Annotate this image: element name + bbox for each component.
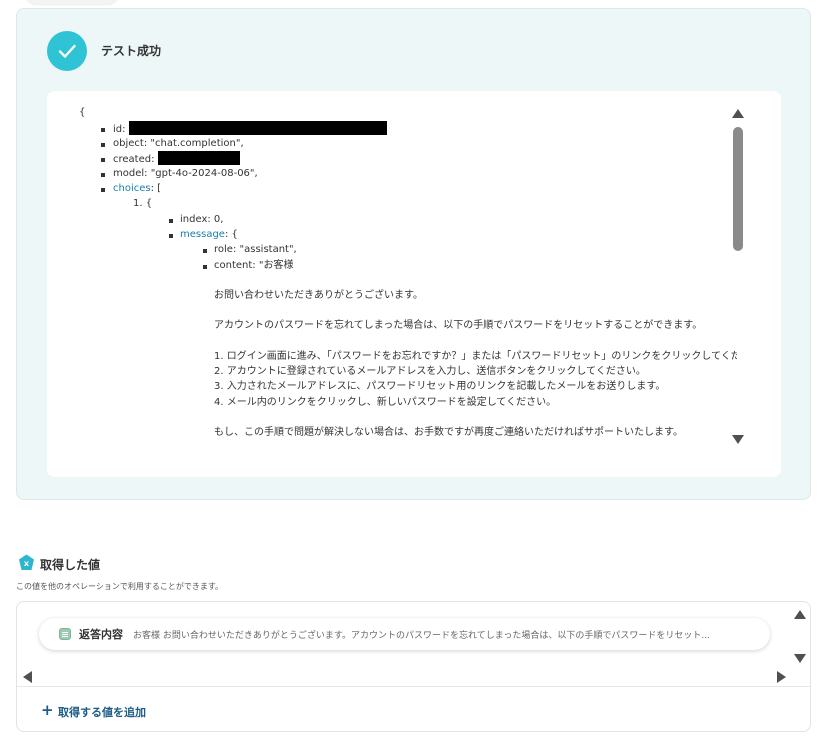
content-text-line: 1. ログイン画面に進み、「パスワードをお忘れですか？」または「パスワードリセッ… xyxy=(214,351,737,362)
scroll-down-arrow-icon[interactable] xyxy=(794,654,806,663)
values-horizontal-scrollbar[interactable] xyxy=(23,670,793,684)
scrollbar-thumb[interactable] xyxy=(733,127,743,251)
content-text-line: 2. アカウントに登録されているメールアドレスを入力し、送信ボタンをクリックして… xyxy=(214,366,646,377)
test-result-panel: テスト成功 { id: object: "chat.completion", c… xyxy=(16,8,811,500)
json-vertical-scrollbar[interactable] xyxy=(731,105,745,451)
scroll-up-arrow-icon[interactable] xyxy=(794,610,806,619)
content-text-line: もし、この手順で問題が解決しない場合は、お手数ですが再度ご連絡いただければサポー… xyxy=(214,427,683,438)
json-line-content: content: "お客様 xyxy=(214,260,294,271)
json-line-choices[interactable]: choices: [ xyxy=(113,181,161,196)
bullet xyxy=(203,249,207,253)
scroll-down-arrow-icon[interactable] xyxy=(732,435,744,444)
svg-text:x: x xyxy=(24,559,30,568)
json-line-message[interactable]: message: { xyxy=(180,227,238,242)
acquired-values-title: 取得した値 xyxy=(40,558,101,572)
content-text-line: 4. メール内のリンクをクリックし、新しいパスワードを設定してください。 xyxy=(214,397,557,408)
value-item-label: 返答内容 xyxy=(79,628,123,641)
variable-icon: x xyxy=(19,554,34,570)
bullet xyxy=(203,265,207,269)
redacted-block xyxy=(157,151,240,165)
bullet xyxy=(101,143,105,147)
acquired-values-subtitle: この値を他のオペレーションで利用することができます。 xyxy=(16,582,224,591)
values-vertical-scrollbar[interactable] xyxy=(793,608,807,666)
content-text-line: 3. 入力されたメールアドレスに、パスワードリセット用のリンクを記載したメールを… xyxy=(214,381,666,392)
plus-icon: + xyxy=(41,701,54,719)
bullet xyxy=(169,234,173,238)
bullet xyxy=(101,173,105,177)
bullet xyxy=(101,158,105,162)
bullet xyxy=(101,188,105,192)
json-line-object: object: "chat.completion", xyxy=(113,138,244,149)
json-line-created: created: xyxy=(113,151,240,167)
message-key[interactable]: message xyxy=(180,229,225,240)
add-value-button[interactable]: + 取得する値を追加 xyxy=(17,686,810,731)
json-line-role: role: "assistant", xyxy=(214,244,297,255)
text-field-icon xyxy=(59,628,71,640)
acquired-values-panel: 返答内容 お客様 お問い合わせいただきありがとうございます。アカウントのパスワー… xyxy=(16,601,811,732)
value-item-preview: お客様 お問い合わせいただきありがとうございます。アカウントのパスワードを忘れて… xyxy=(133,631,710,641)
json-content: { id: object: "chat.completion", created… xyxy=(47,91,737,477)
json-output-box: { id: object: "chat.completion", created… xyxy=(47,91,781,477)
value-item[interactable]: 返答内容 お客様 お問い合わせいただきありがとうございます。アカウントのパスワー… xyxy=(39,618,770,650)
previous-tab xyxy=(26,0,118,4)
content-text-line: アカウントのパスワードを忘れてしまった場合は、以下の手順でパスワードをリセットす… xyxy=(214,320,703,331)
json-line-choice-1: 1. { xyxy=(133,198,153,209)
bullet xyxy=(169,219,173,223)
json-line-id: id: xyxy=(113,121,387,137)
json-line-index: index: 0, xyxy=(180,214,224,225)
redacted-block xyxy=(128,121,387,135)
scroll-left-arrow-icon[interactable] xyxy=(23,671,32,683)
json-line-model: model: "gpt-4o-2024-08-06", xyxy=(113,168,258,179)
scroll-up-arrow-icon[interactable] xyxy=(732,109,744,118)
result-title: テスト成功 xyxy=(101,44,162,58)
check-icon xyxy=(47,31,87,71)
json-open-brace: { xyxy=(79,107,86,118)
scroll-right-arrow-icon[interactable] xyxy=(777,671,786,683)
bullet xyxy=(101,128,105,132)
add-value-label: 取得する値を追加 xyxy=(58,706,146,719)
content-text-line: お問い合わせいただきありがとうございます。 xyxy=(214,290,423,301)
choices-key[interactable]: choices xyxy=(113,183,151,194)
